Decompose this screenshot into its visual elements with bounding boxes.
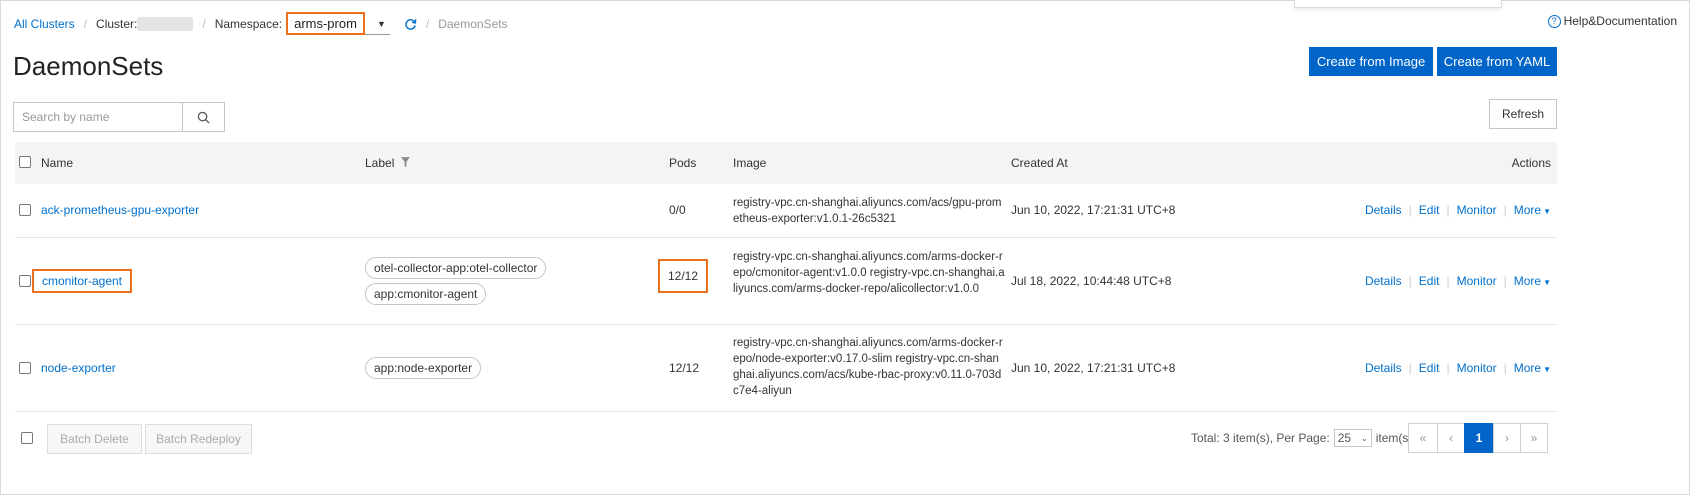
row-divider — [15, 411, 1557, 412]
table-row: cmonitor-agent otel-collector-app:otel-c… — [15, 238, 1557, 324]
monitor-link[interactable]: Monitor — [1457, 274, 1497, 288]
create-from-yaml-button[interactable]: Create from YAML — [1437, 47, 1557, 76]
header-image: Image — [733, 156, 767, 170]
monitor-link[interactable]: Monitor — [1457, 203, 1497, 217]
first-page-button[interactable]: « — [1408, 423, 1438, 453]
total-text: Total: 3 item(s), Per Page: — [1191, 431, 1330, 445]
search-button[interactable] — [182, 103, 224, 131]
breadcrumb-separator: / — [425, 17, 430, 31]
cluster-name-redacted — [137, 17, 194, 31]
row-pods: 12/12 — [669, 361, 700, 375]
row-name-link[interactable]: cmonitor-agent — [32, 269, 132, 293]
header-pods: Pods — [669, 156, 697, 170]
edit-link[interactable]: Edit — [1419, 361, 1440, 375]
caret-down-icon: ▼ — [1543, 278, 1551, 287]
row-labels: app:node-exporter — [365, 357, 482, 379]
table-row: ack-prometheus-gpu-exporter 0/0 registry… — [15, 184, 1557, 237]
row-actions: Details | Edit | Monitor | More ▼ — [1364, 361, 1551, 375]
prev-page-button[interactable]: ‹ — [1437, 423, 1465, 453]
row-labels: otel-collector-app:otel-collector app:cm… — [365, 257, 547, 305]
row-checkbox[interactable] — [19, 204, 31, 216]
search-icon — [197, 111, 210, 124]
cluster-label: Cluster: — [96, 17, 138, 31]
page-1-button[interactable]: 1 — [1464, 423, 1494, 453]
more-label: More — [1513, 274, 1542, 288]
breadcrumb-separator: / — [202, 17, 206, 31]
chevron-down-icon: ▼ — [376, 18, 386, 29]
breadcrumb: All Clusters / Cluster: / Namespace: arm… — [14, 12, 508, 35]
create-from-image-button[interactable]: Create from Image — [1309, 47, 1433, 76]
table-header: Name Label Pods Image Created At Actions — [15, 142, 1557, 184]
per-page-value: 25 — [1337, 431, 1352, 445]
row-image: registry-vpc.cn-shanghai.aliyuncs.com/ac… — [733, 197, 1002, 225]
row-created-at: Jul 18, 2022, 10:44:48 UTC+8 — [1011, 274, 1172, 288]
table-row: node-exporter app:node-exporter 12/12 re… — [15, 325, 1557, 411]
row-created-at: Jun 10, 2022, 17:21:31 UTC+8 — [1011, 361, 1176, 375]
row-pods: 0/0 — [669, 203, 686, 217]
breadcrumb-all-clusters[interactable]: All Clusters — [14, 17, 75, 31]
row-name-link[interactable]: ack-prometheus-gpu-exporter — [41, 203, 199, 217]
search-box — [13, 102, 225, 132]
header-name: Name — [41, 156, 74, 170]
chevron-down-icon: ⌄ — [1361, 433, 1368, 443]
breadcrumb-current: DaemonSets — [438, 17, 508, 31]
details-link[interactable]: Details — [1365, 274, 1402, 288]
details-link[interactable]: Details — [1365, 361, 1402, 375]
label-tag: otel-collector-app:otel-collector — [365, 257, 547, 279]
row-checkbox[interactable] — [19, 362, 31, 374]
details-link[interactable]: Details — [1365, 203, 1402, 217]
pagination-summary: Total: 3 item(s), Per Page: 25 ⌄ item(s) — [1191, 429, 1412, 447]
namespace-value: arms-prom — [286, 12, 365, 35]
header-label-text: Label — [365, 156, 395, 170]
more-dropdown[interactable]: More ▼ — [1514, 203, 1551, 217]
header-label[interactable]: Label — [365, 142, 410, 184]
breadcrumb-separator: / — [83, 17, 88, 31]
batch-redeploy-button[interactable]: Batch Redeploy — [145, 424, 252, 454]
daemonsets-page: All Clusters / Cluster: / Namespace: arm… — [0, 0, 1690, 495]
header-created-at: Created At — [1011, 156, 1068, 170]
caret-down-icon: ▼ — [1543, 207, 1551, 216]
pagination: « ‹ 1 › » — [1408, 423, 1548, 453]
filter-icon[interactable] — [400, 143, 410, 185]
row-pods: 12/12 — [658, 259, 708, 293]
row-image: registry-vpc.cn-shanghai.aliyuncs.com/ar… — [733, 251, 1005, 295]
row-checkbox[interactable] — [19, 275, 31, 287]
more-dropdown[interactable]: More ▼ — [1514, 274, 1551, 288]
help-documentation-link[interactable]: ? Help&Documentation — [1547, 14, 1677, 28]
row-actions: Details | Edit | Monitor | More ▼ — [1364, 203, 1551, 217]
edit-link[interactable]: Edit — [1419, 203, 1440, 217]
row-name-link[interactable]: node-exporter — [41, 361, 116, 375]
more-dropdown[interactable]: More ▼ — [1514, 361, 1551, 375]
edit-link[interactable]: Edit — [1419, 274, 1440, 288]
label-tag: app:node-exporter — [365, 357, 482, 379]
refresh-icon[interactable] — [404, 18, 417, 31]
per-page-select[interactable]: 25 ⌄ — [1333, 429, 1372, 447]
page-title: DaemonSets — [13, 51, 164, 81]
items-suffix: item(s) — [1375, 431, 1413, 445]
row-pods-text: 12/12 — [667, 269, 699, 283]
namespace-select[interactable]: arms-prom ▼ — [286, 12, 390, 35]
caret-down-icon: ▼ — [1543, 365, 1551, 374]
label-tag: app:cmonitor-agent — [365, 283, 487, 305]
row-image: registry-vpc.cn-shanghai.aliyuncs.com/ar… — [733, 337, 1003, 397]
row-name-text: cmonitor-agent — [41, 274, 123, 288]
help-label: Help&Documentation — [1563, 14, 1677, 28]
row-created-at: Jun 10, 2022, 17:21:31 UTC+8 — [1011, 203, 1176, 217]
help-icon: ? — [1547, 14, 1561, 28]
search-input[interactable] — [14, 103, 182, 131]
last-page-button[interactable]: » — [1520, 423, 1548, 453]
dropdown-shadow — [1294, 0, 1502, 8]
namespace-label: Namespace: — [214, 17, 283, 31]
next-page-button[interactable]: › — [1493, 423, 1521, 453]
refresh-button[interactable]: Refresh — [1489, 99, 1557, 129]
monitor-link[interactable]: Monitor — [1457, 361, 1497, 375]
more-label: More — [1513, 203, 1542, 217]
more-label: More — [1513, 361, 1542, 375]
header-actions: Actions — [1511, 156, 1551, 170]
select-all-checkbox[interactable] — [19, 156, 31, 168]
footer-select-all-checkbox[interactable] — [21, 432, 33, 444]
row-actions: Details | Edit | Monitor | More ▼ — [1364, 274, 1551, 288]
batch-delete-button[interactable]: Batch Delete — [47, 424, 142, 454]
